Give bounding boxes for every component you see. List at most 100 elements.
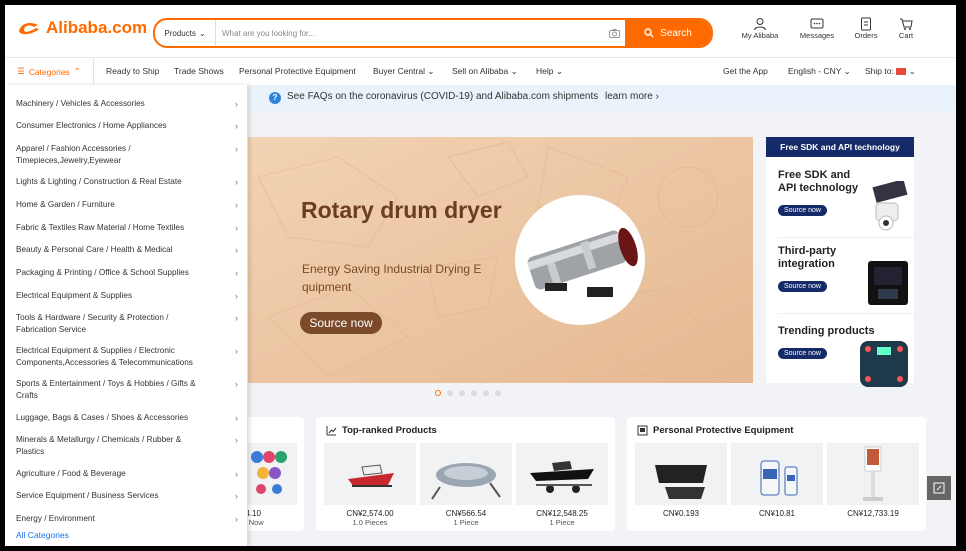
chevron-right-icon: › [235, 379, 238, 389]
chevron-right-icon: › [235, 435, 238, 445]
source-now-button[interactable]: Source now [778, 348, 827, 359]
category-item[interactable]: Sports & Entertainment / Toys & Hobbies … [16, 378, 238, 402]
category-item[interactable]: Tools & Hardware / Security & Protection… [16, 312, 238, 336]
chevron-right-icon: › [235, 313, 238, 323]
chevron-right-icon: › [235, 121, 238, 131]
category-item[interactable]: Fabric & Textiles Raw Material / Home Te… [16, 222, 238, 234]
banner-background [248, 137, 753, 383]
search-icon [644, 28, 654, 38]
category-label: Electrical Equipment & Supplies / Electr… [16, 346, 193, 367]
carousel-dot[interactable] [495, 390, 501, 396]
category-item[interactable]: Electrical Equipment & Supplies › [16, 290, 238, 302]
category-item[interactable]: Minerals & Metallurgy / Chemicals / Rubb… [16, 434, 238, 458]
messages-label: Messages [799, 31, 835, 40]
category-item[interactable]: Electrical Equipment & Supplies / Electr… [16, 345, 238, 369]
source-now-button[interactable]: Source now [778, 205, 827, 216]
carousel-dot[interactable] [435, 390, 441, 396]
chevron-down-icon: ⌄ [198, 28, 206, 38]
chevron-right-icon: › [235, 144, 238, 154]
chevron-right-icon: › [235, 413, 238, 423]
cart-link[interactable]: Cart [881, 17, 931, 40]
learn-more-link[interactable]: learn more › [605, 91, 659, 102]
boat-product-image[interactable] [324, 443, 416, 505]
search-button[interactable]: Search [625, 20, 711, 46]
chevron-right-icon: › [235, 99, 238, 109]
browser-viewport: Alibaba.com Products ⌄ Search My Alibaba… [5, 5, 956, 546]
source-now-button[interactable]: Source now [778, 281, 827, 292]
feedback-button[interactable] [927, 476, 951, 500]
categories-button[interactable]: ☰ Categories ⌃ [5, 58, 94, 85]
category-item[interactable]: Energy / Environment › [16, 513, 238, 525]
carousel-dot[interactable] [447, 390, 453, 396]
inflatable-boat-image[interactable] [420, 443, 512, 505]
category-label: Service Equipment / Business Services [16, 491, 159, 500]
chevron-up-icon: ⌃ [73, 66, 81, 76]
chevron-right-icon: › [235, 346, 238, 356]
nav-ready-to-ship[interactable]: Ready to Ship [106, 66, 159, 76]
sdk-item[interactable]: Third-party integration Source now [778, 243, 914, 314]
alibaba-logo[interactable]: Alibaba.com [16, 18, 147, 38]
language-label: English - CNY [788, 66, 842, 76]
sdk-panel: Free SDK and API technology Free SDK and… [766, 137, 914, 387]
ppe-title: Personal Protective Equipment [653, 425, 794, 436]
ppe-header[interactable]: Personal Protective Equipment [637, 425, 793, 436]
messages-link[interactable]: Messages [792, 17, 842, 40]
category-item[interactable]: Lights & Lighting / Construction & Real … [16, 176, 238, 188]
category-label: Packaging & Printing / Office & School S… [16, 268, 189, 277]
category-label: Machinery / Vehicles & Accessories [16, 99, 145, 108]
category-item[interactable]: Apparel / Fashion Accessories / Timepiec… [16, 143, 238, 167]
cart-label: Cart [898, 31, 914, 40]
all-categories-link[interactable]: All Categories [16, 530, 69, 540]
nav-trade-shows[interactable]: Trade Shows [174, 66, 224, 76]
category-item[interactable]: Packaging & Printing / Office & School S… [16, 267, 238, 279]
category-item[interactable]: Agriculture / Food & Beverage › [16, 468, 238, 480]
category-item[interactable]: Home & Garden / Furniture › [16, 199, 238, 211]
ship-to-select[interactable]: Ship to: ⌄ [865, 66, 916, 77]
kiosk-product-image[interactable] [827, 443, 919, 505]
flag-icon [896, 68, 907, 76]
ship-to-label: Ship to: [865, 66, 894, 76]
category-item[interactable]: Machinery / Vehicles & Accessories › [16, 98, 238, 110]
nav-buyer-central[interactable]: Buyer Central ⌄ [373, 66, 434, 77]
top-ranked-header[interactable]: Top-ranked Products [326, 425, 437, 436]
camera-icon[interactable] [603, 20, 625, 46]
category-label: Consumer Electronics / Home Appliances [16, 121, 167, 130]
top-ranked-title: Top-ranked Products [342, 425, 437, 436]
nav-sell-on-alibaba[interactable]: Sell on Alibaba ⌄ [452, 66, 518, 77]
carousel-dot[interactable] [483, 390, 489, 396]
category-item[interactable]: Luggage, Bags & Cases / Shoes & Accessor… [16, 412, 238, 424]
my-alibaba-link[interactable]: My Alibaba [735, 17, 785, 40]
chevron-right-icon: › [235, 469, 238, 479]
sdk-item-title: Free SDK and API technology [778, 169, 859, 194]
nav-ppe[interactable]: Personal Protective Equipment [239, 66, 356, 76]
ppe-icon [637, 425, 648, 436]
sdk-item[interactable]: Trending products Source now [778, 323, 914, 393]
sdk-item-title: Third-party integration [778, 245, 837, 270]
chevron-right-icon: › [235, 223, 238, 233]
category-item[interactable]: Service Equipment / Business Services › [16, 490, 238, 502]
speedboat-image[interactable] [516, 443, 608, 505]
nav-help[interactable]: Help ⌄ [536, 66, 563, 77]
category-item[interactable]: Consumer Electronics / Home Appliances › [16, 120, 238, 132]
search-input[interactable] [216, 20, 603, 46]
category-item[interactable]: Beauty & Personal Care / Health & Medica… [16, 244, 238, 256]
product-qty: 1.0 Pieces [352, 518, 388, 527]
hero-banner[interactable]: Rotary drum dryer Energy Saving Industri… [248, 137, 753, 383]
category-label: Home & Garden / Furniture [16, 200, 115, 209]
camera-product-image [864, 179, 908, 238]
banner-source-now-button[interactable]: Source now [300, 312, 382, 334]
banner-carousel-dots [435, 390, 501, 396]
mask-product-image[interactable] [635, 443, 727, 505]
menu-icon: ☰ [17, 66, 25, 76]
category-label: Minerals & Metallurgy / Chemicals / Rubb… [16, 435, 182, 456]
product-price: CN¥0.193 [662, 509, 700, 518]
sdk-item[interactable]: Free SDK and API technology Source now [778, 167, 914, 238]
dryer-product-image [515, 195, 645, 325]
carousel-dot[interactable] [459, 390, 465, 396]
nav-get-app[interactable]: Get the App [723, 66, 768, 76]
language-currency-select[interactable]: English - CNY ⌄ [788, 66, 851, 77]
search-category-select[interactable]: Products ⌄ [155, 20, 216, 46]
terminal-product-image [868, 261, 908, 310]
sanitizer-product-image[interactable] [731, 443, 823, 505]
carousel-dot[interactable] [471, 390, 477, 396]
